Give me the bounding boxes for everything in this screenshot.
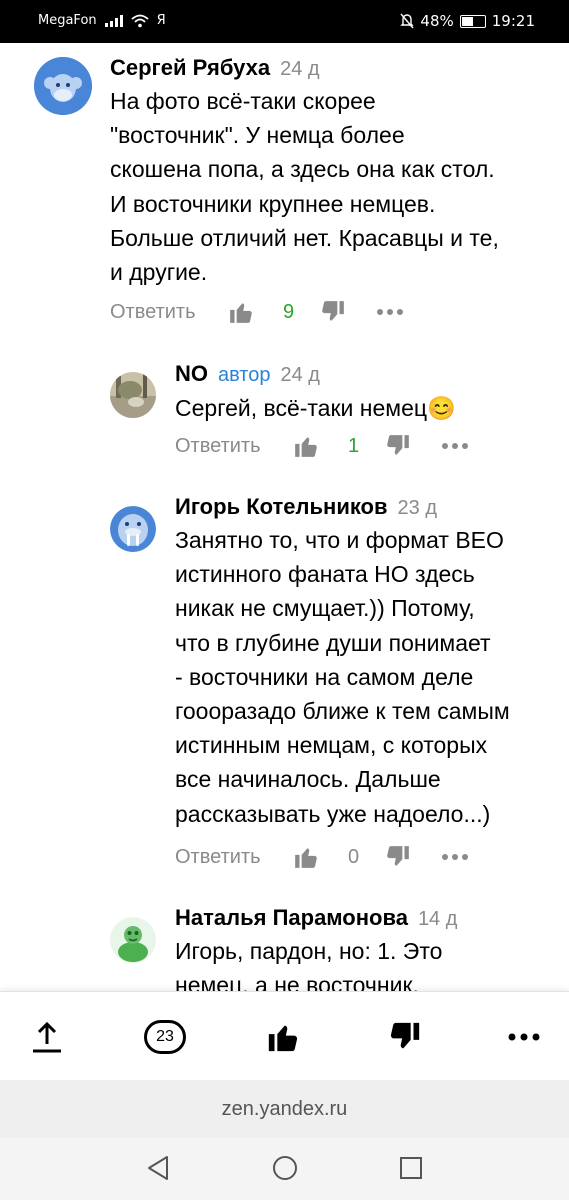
more-icon[interactable] [441,853,469,861]
reply-button[interactable]: Ответить [110,301,196,324]
thumbs-up-icon[interactable] [293,844,319,870]
more-icon[interactable] [503,1016,545,1058]
url-text: zen.yandex.ru [221,1097,348,1120]
author-name[interactable]: Сергей Рябуха [110,55,270,81]
comment-date: 14 д [417,908,458,930]
wifi-icon [131,14,149,27]
photo-avatar[interactable] [110,372,156,418]
comment-date: 23 д [397,497,438,519]
yandex-status-icon: Я [156,13,166,28]
mute-icon [400,13,415,29]
author-name[interactable]: Игорь Котельников [175,494,388,520]
signal-icon [104,14,123,27]
comment-text: На фото всё-таки скорее "восточник". У н… [110,88,499,286]
author-name[interactable]: NO [175,361,208,387]
like-count: 1 [347,434,360,457]
turtle-avatar-icon[interactable] [110,917,156,963]
thumbs-up-icon[interactable] [293,433,319,459]
thumbs-down-icon[interactable] [385,844,411,870]
comment-text: Игорь, пардон, но: 1. Это немец, а не во… [175,938,443,991]
share-icon[interactable] [26,1016,68,1058]
like-count: 9 [282,300,295,323]
carrier-name: MegaFon [38,13,97,28]
recents-icon[interactable] [398,1154,424,1182]
comment-actions: Ответить 9 [110,295,404,329]
bottom-toolbar: 23 [0,991,569,1080]
thumbs-down-icon[interactable] [320,299,346,325]
reply-button[interactable]: Ответить [175,846,261,869]
status-left: MegaFon Я [38,13,166,28]
more-icon[interactable] [376,308,404,316]
comment-reply: Наталья Парамонова 14 д Игорь, пардон, н… [0,897,569,991]
thumbs-up-icon[interactable] [262,1016,304,1058]
thumbs-down-icon[interactable] [385,433,411,459]
back-icon[interactable] [145,1154,171,1182]
author-badge: автор [218,364,271,386]
battery-percent: 48% [420,12,454,30]
battery-icon [459,14,486,28]
comments-count: 23 [144,1020,186,1054]
comment-header: Наталья Парамонова 14 д [175,905,457,931]
more-icon[interactable] [441,442,469,450]
comment-text: Сергей, всё-таки немец😊 [175,395,456,421]
comment-date: 24 д [280,364,320,386]
author-name[interactable]: Наталья Парамонова [175,905,408,931]
comment-actions: Ответить 1 [175,429,469,463]
comment-actions: Ответить 0 [175,840,469,874]
comment-date: 24 д [280,58,320,80]
comment-header: Сергей Рябуха 24 д [110,55,320,81]
system-nav-bar [0,1138,569,1200]
comment-text: Занятно то, что и формат ВЕО истинного ф… [175,527,510,827]
thumbs-up-icon[interactable] [228,299,254,325]
comment-header: NO автор 24 д [175,361,320,387]
status-bar: MegaFon Я 48% 19:21 [0,0,569,43]
url-bar[interactable]: zen.yandex.ru [0,1080,569,1138]
walrus-avatar-icon[interactable] [110,506,156,552]
status-right: 48% 19:21 [400,12,535,30]
like-count: 0 [347,845,360,868]
comments-button[interactable]: 23 [140,1016,190,1058]
home-icon[interactable] [271,1154,299,1182]
clock: 19:21 [491,12,535,30]
comment-header: Игорь Котельников 23 д [175,494,437,520]
reply-button[interactable]: Ответить [175,435,261,458]
monkey-avatar-icon[interactable] [34,57,92,115]
thumbs-down-icon[interactable] [384,1016,426,1058]
